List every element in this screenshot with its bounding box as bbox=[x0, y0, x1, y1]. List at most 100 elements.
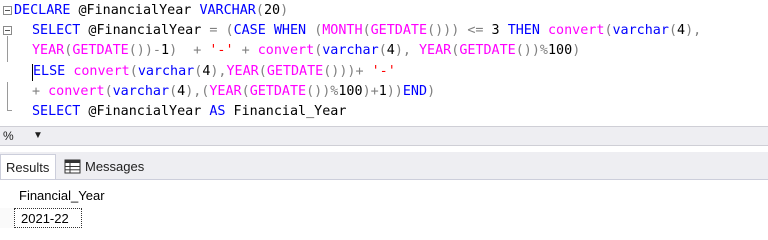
code-token: ( bbox=[241, 84, 250, 99]
code-token: VARCHAR bbox=[199, 3, 256, 18]
code-token: GETDATE bbox=[266, 64, 324, 79]
code-token: GETDATE bbox=[459, 43, 516, 58]
messages-grid-icon bbox=[64, 159, 81, 174]
code-token: ())% bbox=[306, 84, 339, 99]
code-token: ())- bbox=[128, 43, 161, 58]
code-token: ( bbox=[362, 23, 371, 38]
code-token: DECLARE bbox=[14, 3, 71, 18]
code-token: ( bbox=[104, 84, 113, 99]
code-token: ) bbox=[280, 3, 289, 18]
code-token: ELSE bbox=[33, 64, 66, 79]
code-token: @FinancialYear bbox=[70, 3, 200, 18]
zoom-bar: % ▼ bbox=[0, 126, 768, 146]
code-token: convert bbox=[548, 23, 605, 38]
code-token: @FinancialYear bbox=[80, 104, 210, 119]
code-line-3-text: YEAR(GETDATE())-1) + '-' + convert(varch… bbox=[32, 41, 580, 61]
code-token: GETDATE bbox=[72, 43, 129, 58]
code-token: GETDATE bbox=[370, 23, 428, 38]
code-token: @FinancialYear bbox=[80, 23, 210, 38]
code-token: ())) bbox=[427, 23, 460, 38]
code-token: ) bbox=[169, 43, 178, 58]
code-token: varchar bbox=[322, 43, 379, 58]
code-token: ), bbox=[210, 64, 227, 79]
dropdown-arrow-icon[interactable]: ▼ bbox=[33, 130, 43, 141]
zoom-level[interactable]: % bbox=[3, 129, 14, 143]
code-token: 1 bbox=[161, 43, 170, 58]
code-token: SELECT bbox=[32, 104, 81, 119]
code-line-4-text: ELSE convert(varchar(4),YEAR(GETDATE()))… bbox=[33, 62, 396, 82]
code-line-3[interactable]: YEAR(GETDATE())-1) + '-' + convert(varch… bbox=[0, 41, 768, 61]
column-header-financial-year[interactable]: Financial_Year bbox=[14, 186, 105, 206]
code-token: ( bbox=[255, 3, 264, 18]
tab-results-label: Results bbox=[6, 160, 50, 175]
code-token: 20 bbox=[263, 3, 281, 18]
code-token: + bbox=[241, 43, 250, 58]
code-line-6[interactable]: SELECT @FinancialYear AS Financial_Year bbox=[0, 102, 768, 122]
code-token: END bbox=[402, 84, 428, 99]
code-token: varchar bbox=[112, 84, 170, 99]
code-token: YEAR bbox=[226, 64, 259, 79]
code-line-5[interactable]: + convert(varchar(4),(YEAR(GETDATE())%10… bbox=[0, 82, 768, 102]
tab-messages-label: Messages bbox=[85, 159, 145, 174]
code-token: YEAR bbox=[419, 43, 452, 58]
code-token: ) bbox=[427, 84, 436, 99]
code-token: ( bbox=[169, 84, 178, 99]
code-token: + bbox=[32, 84, 41, 99]
tab-results[interactable]: Results bbox=[0, 154, 56, 179]
code-token: 1 bbox=[378, 84, 387, 99]
code-token: ), bbox=[394, 43, 411, 58]
code-token: ( bbox=[225, 23, 234, 38]
code-token: ( bbox=[378, 43, 387, 58]
code-token: ())% bbox=[515, 43, 548, 58]
code-token: 3 bbox=[483, 23, 508, 38]
code-token: varchar bbox=[137, 64, 195, 79]
code-token: SELECT bbox=[32, 23, 81, 38]
code-token: ( bbox=[668, 23, 677, 38]
code-token: 4 bbox=[177, 84, 186, 99]
tab-messages[interactable]: Messages bbox=[62, 154, 164, 179]
table-cell[interactable]: 2021-22 bbox=[14, 208, 82, 228]
code-token: AS bbox=[209, 104, 226, 119]
code-token: 100 bbox=[338, 84, 363, 99]
results-grid[interactable]: Financial_Year 2021-22 bbox=[0, 180, 768, 238]
code-token: YEAR bbox=[209, 84, 242, 99]
code-token: 4 bbox=[386, 43, 395, 58]
code-token: convert bbox=[257, 43, 315, 58]
code-token: )) bbox=[386, 84, 403, 99]
code-token: '-' bbox=[371, 64, 396, 79]
code-line-2-text: SELECT @FinancialYear = (CASE WHEN (MONT… bbox=[32, 21, 701, 41]
code-token: convert bbox=[48, 84, 105, 99]
code-line-1[interactable]: DECLARE @FinancialYear VARCHAR(20) bbox=[0, 1, 768, 21]
code-line-1-text: DECLARE @FinancialYear VARCHAR(20) bbox=[14, 1, 288, 21]
query-editor[interactable]: DECLARE @FinancialYear VARCHAR(20) SELEC… bbox=[0, 0, 768, 126]
code-token: 4 bbox=[677, 23, 686, 38]
code-token: ( bbox=[258, 64, 267, 79]
code-token: ( bbox=[129, 64, 138, 79]
code-token: <= bbox=[467, 23, 484, 38]
code-line-4[interactable]: ELSE convert(varchar(4),YEAR(GETDATE()))… bbox=[0, 62, 768, 82]
row-header[interactable] bbox=[0, 208, 14, 228]
code-token: ), bbox=[685, 23, 702, 38]
code-token: Financial_Year bbox=[225, 104, 347, 119]
code-token: THEN bbox=[507, 23, 540, 38]
code-token: ),( bbox=[185, 84, 210, 99]
code-token: ) bbox=[572, 43, 581, 58]
code-line-5-text: + convert(varchar(4),(YEAR(GETDATE())%10… bbox=[32, 82, 435, 102]
code-line-6-text: SELECT @FinancialYear AS Financial_Year bbox=[32, 102, 346, 122]
code-token: varchar bbox=[612, 23, 669, 38]
code-token: MONTH bbox=[322, 23, 363, 38]
code-token: ()))+ bbox=[323, 64, 364, 79]
code-token: )+ bbox=[362, 84, 379, 99]
code-line-2[interactable]: SELECT @FinancialYear = (CASE WHEN (MONT… bbox=[0, 21, 768, 41]
code-token: CASE WHEN bbox=[233, 23, 307, 38]
code-token: 100 bbox=[548, 43, 573, 58]
